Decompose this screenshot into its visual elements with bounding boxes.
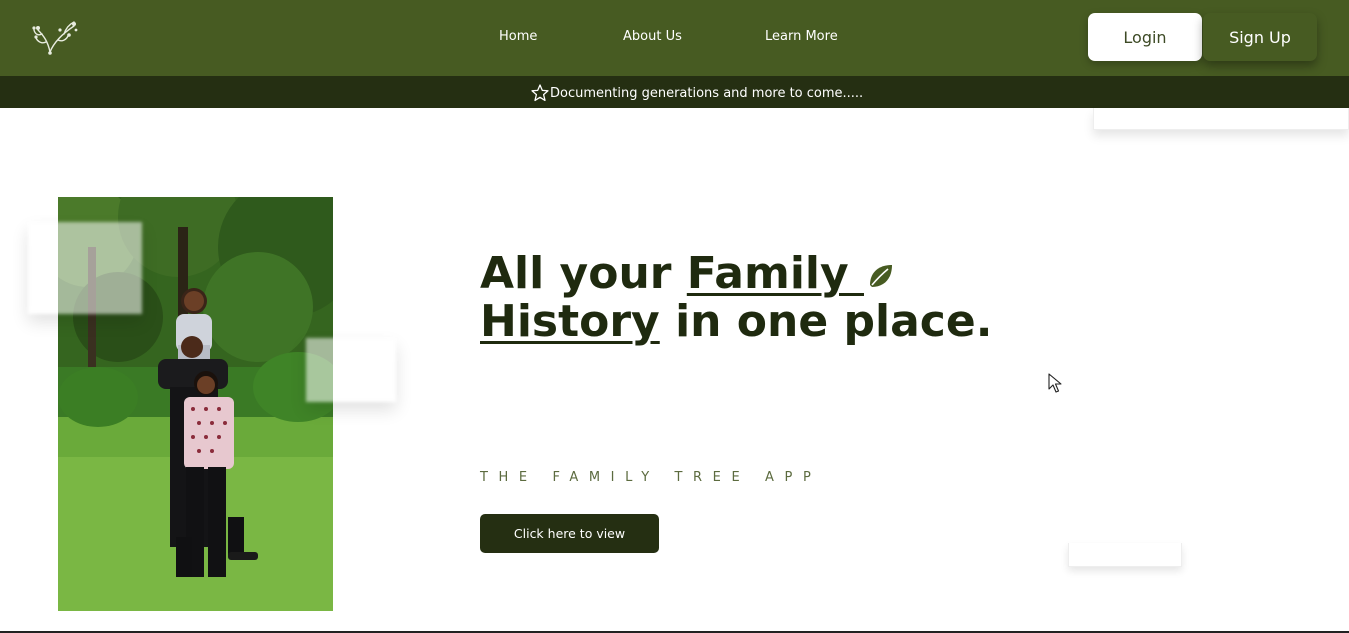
headline-text: in one place. — [659, 296, 993, 347]
signup-button[interactable]: Sign Up — [1203, 13, 1317, 61]
mouse-cursor-icon — [1048, 373, 1062, 393]
nav-link-about-us[interactable]: About Us — [623, 29, 682, 44]
banner-content: Documenting generations and more to come… — [530, 83, 863, 103]
view-button[interactable]: Click here to view — [480, 514, 659, 553]
login-button[interactable]: Login — [1088, 13, 1202, 61]
leaf-icon — [869, 265, 892, 287]
announcement-banner: Documenting generations and more to come… — [0, 76, 1349, 108]
nav-link-learn-more[interactable]: Learn More — [765, 29, 838, 44]
nav-link-home[interactable]: Home — [499, 29, 537, 44]
floating-card — [1068, 543, 1182, 567]
app-tagline: THE FAMILY TREE APP — [480, 470, 822, 485]
top-navbar: Home About Us Learn More Login Sign Up — [0, 0, 1349, 76]
headline-text: All your — [480, 248, 687, 299]
hero-headline: All your Family History in one place. — [480, 250, 1040, 346]
headline-underlined-family: Family — [686, 248, 864, 299]
floating-card — [28, 222, 142, 314]
star-icon — [531, 84, 549, 102]
dropdown-panel — [1093, 108, 1349, 130]
headline-underlined-history: History — [480, 296, 660, 347]
floating-card — [306, 338, 396, 402]
banner-text: Documenting generations and more to come… — [550, 85, 864, 101]
